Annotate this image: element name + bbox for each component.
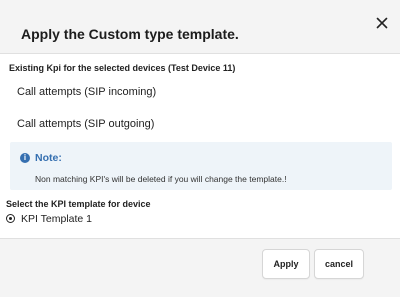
kpi-item: Call attempts (SIP incoming) bbox=[17, 86, 157, 98]
close-icon bbox=[376, 17, 388, 29]
template-radio-label[interactable]: KPI Template 1 bbox=[21, 213, 92, 225]
cancel-button[interactable]: cancel bbox=[314, 249, 364, 279]
close-button[interactable] bbox=[375, 16, 389, 30]
note-box: i Note: Non matching KPI's will be delet… bbox=[10, 142, 392, 190]
template-select-heading: Select the KPI template for device bbox=[6, 199, 151, 209]
template-radio[interactable] bbox=[6, 214, 15, 223]
dialog-title: Apply the Custom type template. bbox=[21, 26, 239, 42]
dialog-header: Apply the Custom type template. bbox=[0, 0, 400, 52]
apply-template-dialog: Apply the Custom type template. Existing… bbox=[0, 0, 400, 297]
kpi-item: Call attempts (SIP outgoing) bbox=[17, 118, 155, 130]
note-title: Note: bbox=[35, 152, 62, 164]
info-icon: i bbox=[20, 153, 30, 163]
radio-selected-dot bbox=[8, 216, 12, 220]
existing-kpi-heading: Existing Kpi for the selected devices (T… bbox=[9, 63, 236, 73]
note-text: Non matching KPI's will be deleted if yo… bbox=[35, 174, 287, 184]
apply-button[interactable]: Apply bbox=[262, 249, 310, 279]
dialog-body: Existing Kpi for the selected devices (T… bbox=[0, 53, 400, 239]
